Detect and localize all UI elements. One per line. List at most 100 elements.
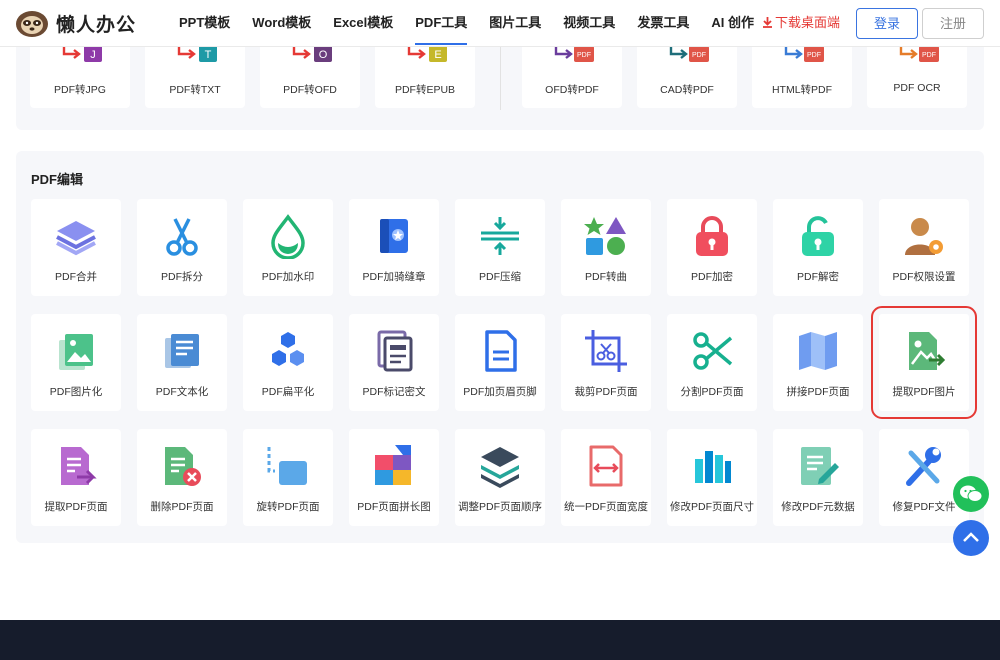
edit-doc-icon xyxy=(801,447,839,485)
tool-label: PDF加水印 xyxy=(261,271,315,283)
tool-extract-pdf-page[interactable]: 提取PDF页面 xyxy=(31,429,121,526)
svg-text:J: J xyxy=(90,49,96,61)
tool-delete-pdf-page[interactable]: 删除PDF页面 xyxy=(137,429,227,526)
rotate-page-icon xyxy=(267,447,307,485)
tool-split-pdf-page[interactable]: 分割PDF页面 xyxy=(667,314,757,411)
tool-extract-pdf-image[interactable]: 提取PDF图片 xyxy=(871,306,977,419)
tool-crop-pdf-page[interactable]: 裁剪PDF页面 xyxy=(561,314,651,411)
tool-label: PDF转EPUB xyxy=(394,84,456,96)
tool-label: PDF加页眉页脚 xyxy=(463,386,537,398)
svg-text:PDF: PDF xyxy=(807,52,821,59)
tool-pdf-to-image[interactable]: PDF图片化 xyxy=(31,314,121,411)
tool-label: 裁剪PDF页面 xyxy=(574,386,638,398)
redact-doc-icon xyxy=(377,330,413,372)
extract-image-icon xyxy=(909,332,946,370)
tool-label: 提取PDF页面 xyxy=(44,501,108,513)
nav-pdf-tools[interactable]: PDF工具 xyxy=(404,0,478,47)
sloth-logo-icon xyxy=(16,11,48,37)
puzzle-icon xyxy=(375,445,411,485)
nav-invoice-tools[interactable]: 发票工具 xyxy=(626,0,700,47)
tool-pdf-to-jpg[interactable]: J PDF转JPG xyxy=(30,40,130,108)
svg-text:T: T xyxy=(205,49,212,61)
top-header: 懒人办公 PPT模板 Word模板 Excel模板 PDF工具 图片工具 视频工… xyxy=(0,0,1000,47)
wechat-float-button[interactable] xyxy=(953,476,989,512)
page-footer xyxy=(0,620,1000,660)
tool-resize-pdf-page[interactable]: 修改PDF页面尺寸 xyxy=(667,429,757,526)
tool-label: 旋转PDF页面 xyxy=(256,501,320,513)
login-button[interactable]: 登录 xyxy=(856,8,918,39)
tool-label: PDF转曲 xyxy=(585,271,627,283)
tool-rotate-pdf-page[interactable]: 旋转PDF页面 xyxy=(243,429,333,526)
tool-pdf-compress[interactable]: PDF压缩 xyxy=(455,199,545,296)
tool-label: 调整PDF页面顺序 xyxy=(458,501,542,513)
tool-pdf-redact[interactable]: PDF标记密文 xyxy=(349,314,439,411)
tool-pdf-decrypt[interactable]: PDF解密 xyxy=(773,199,863,296)
tool-pdf-seal[interactable]: PDF加骑缝章 xyxy=(349,199,439,296)
tool-pdf-header-footer[interactable]: PDF加页眉页脚 xyxy=(455,314,545,411)
scissors-icon xyxy=(166,218,198,256)
tool-pdf-flatten[interactable]: PDF扁平化 xyxy=(243,314,333,411)
tool-pdf-encrypt[interactable]: PDF加密 xyxy=(667,199,757,296)
user-gear-icon xyxy=(905,218,943,255)
water-drop-icon xyxy=(271,214,305,259)
nav-ai-create[interactable]: AI 创作 xyxy=(700,0,765,47)
tool-label: PDF权限设置 xyxy=(892,271,956,283)
crop-icon xyxy=(585,330,627,372)
tool-pdf-permissions[interactable]: PDF权限设置 xyxy=(879,199,969,296)
header-footer-icon xyxy=(485,330,517,372)
tool-pdf-to-ofd[interactable]: O PDF转OFD xyxy=(260,40,360,108)
tool-cad-to-pdf[interactable]: PDF CAD转PDF xyxy=(637,40,737,108)
tool-label: PDF转JPG xyxy=(54,84,106,96)
tool-ofd-to-pdf[interactable]: PDF OFD转PDF xyxy=(522,40,622,108)
tool-pdf-long-image[interactable]: PDF页面拼长图 xyxy=(349,429,439,526)
tool-label: HTML转PDF xyxy=(771,84,833,96)
nav-excel-templates[interactable]: Excel模板 xyxy=(322,0,404,47)
tool-pdf-watermark[interactable]: PDF加水印 xyxy=(243,199,333,296)
nav-video-tools[interactable]: 视频工具 xyxy=(552,0,626,47)
text-doc-icon xyxy=(165,334,199,368)
site-logo[interactable]: 懒人办公 xyxy=(14,8,136,38)
register-button[interactable]: 注册 xyxy=(922,8,984,39)
compress-icon xyxy=(481,217,519,255)
tool-pdf-outline[interactable]: PDF转曲 xyxy=(561,199,651,296)
seal-book-icon xyxy=(380,219,408,253)
tool-label: 修改PDF元数据 xyxy=(781,501,855,513)
tool-pdf-to-text[interactable]: PDF文本化 xyxy=(137,314,227,411)
tool-label: 修改PDF页面尺寸 xyxy=(670,501,754,513)
section-title: PDF编辑 xyxy=(31,172,84,187)
tool-label: PDF标记密文 xyxy=(362,386,426,398)
tool-pdf-ocr[interactable]: PDF PDF OCR xyxy=(867,40,967,108)
tool-pdf-to-txt[interactable]: T PDF转TXT xyxy=(145,40,245,108)
nav-word-templates[interactable]: Word模板 xyxy=(241,0,322,47)
nav-ppt-templates[interactable]: PPT模板 xyxy=(168,0,241,47)
tool-label: PDF转TXT xyxy=(169,84,221,96)
tool-label: 提取PDF图片 xyxy=(892,386,956,398)
tool-reorder-pdf-page[interactable]: 调整PDF页面顺序 xyxy=(455,429,545,526)
nav-image-tools[interactable]: 图片工具 xyxy=(478,0,552,47)
tool-pdf-split[interactable]: PDF拆分 xyxy=(137,199,227,296)
tool-pdf-merge[interactable]: PDF合并 xyxy=(31,199,121,296)
logo-text: 懒人办公 xyxy=(56,14,137,36)
tool-join-pdf-page[interactable]: 拼接PDF页面 xyxy=(773,314,863,411)
tool-label: PDF图片化 xyxy=(49,386,103,398)
tool-html-to-pdf[interactable]: PDF HTML转PDF xyxy=(752,40,852,108)
tool-label: PDF加骑缝章 xyxy=(362,271,426,283)
delete-page-icon xyxy=(165,447,201,486)
pdf-edit-panel: PDF编辑 PDF合并 PDF拆分 PDF加水印 PDF加骑缝章 PDF压缩 P… xyxy=(16,151,984,543)
tool-edit-pdf-metadata[interactable]: 修改PDF元数据 xyxy=(773,429,863,526)
tool-unify-page-width[interactable]: 统一PDF页面宽度 xyxy=(561,429,651,526)
tool-label: PDF文本化 xyxy=(155,386,209,398)
section-divider xyxy=(500,40,501,110)
svg-text:PDF: PDF xyxy=(922,52,936,59)
download-desktop-link[interactable]: 下载桌面端 xyxy=(762,0,840,45)
back-to-top-button[interactable] xyxy=(953,520,989,556)
tool-label: PDF合并 xyxy=(55,271,97,283)
reorder-layers-icon xyxy=(481,447,519,488)
svg-text:PDF: PDF xyxy=(577,52,591,59)
split-scissors-icon xyxy=(693,332,733,370)
tool-label: PDF拆分 xyxy=(161,271,203,283)
tool-pdf-to-epub[interactable]: E PDF转EPUB xyxy=(375,40,475,108)
tool-label: CAD转PDF xyxy=(660,84,714,96)
width-doc-icon xyxy=(589,445,623,487)
download-icon xyxy=(763,17,772,28)
